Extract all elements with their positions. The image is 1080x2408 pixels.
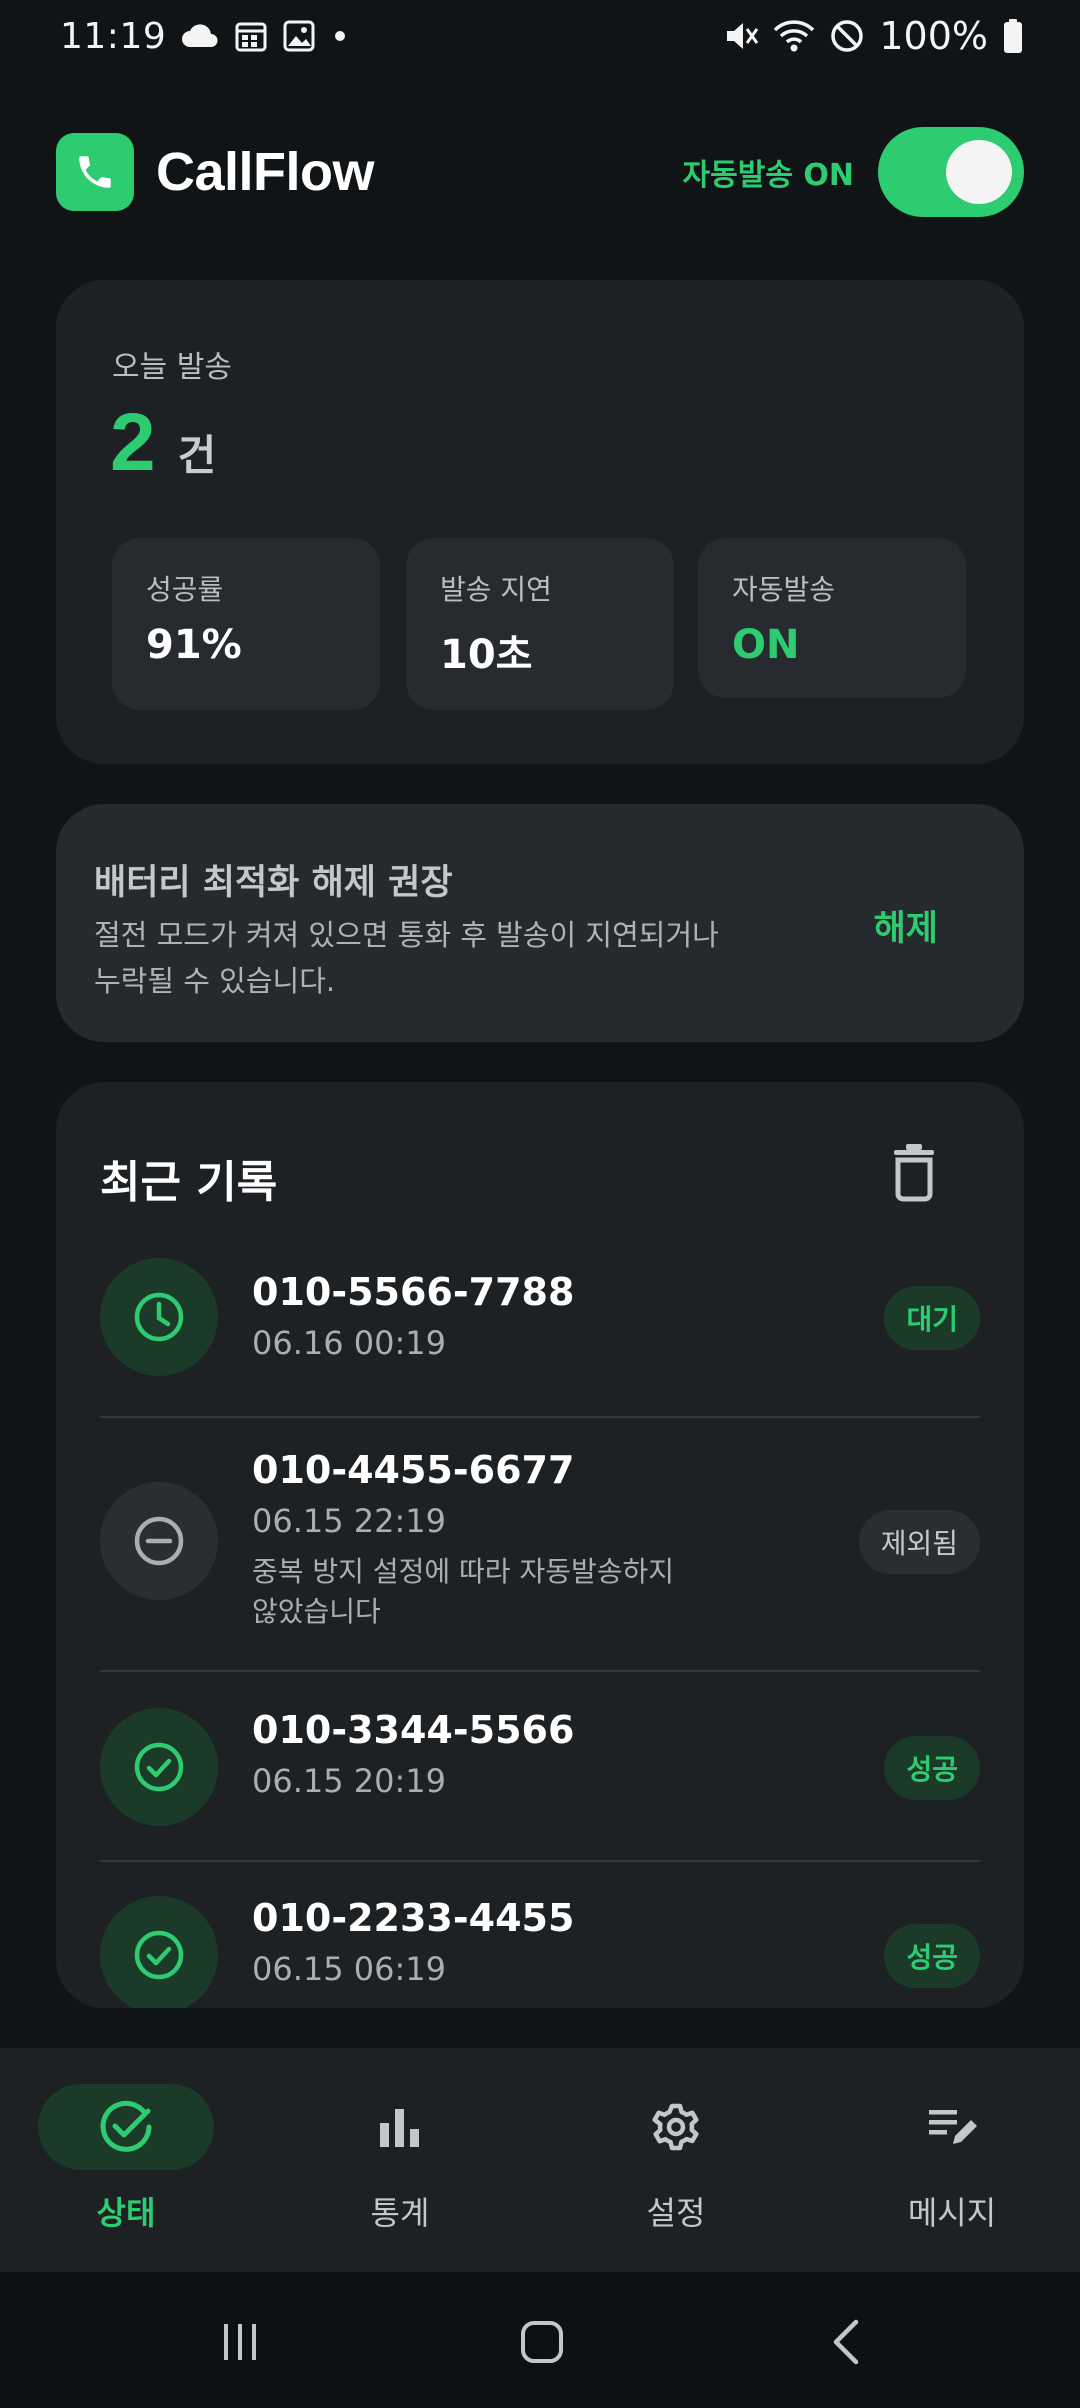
recent-apps-icon[interactable]	[200, 2312, 280, 2372]
bottom-nav: 상태 통계 설정 메시지	[0, 2048, 1080, 2272]
battery-optimization-card: 배터리 최적화 해제 권장 절전 모드가 켜져 있으면 통화 후 발송이 지연되…	[56, 804, 1024, 1042]
list-item[interactable]: 010-2233-4455 06.15 06:19 성공	[100, 1862, 980, 2008]
check-circle-icon	[100, 1896, 218, 2008]
cloud-icon	[180, 23, 220, 49]
stat-send-delay: 발송 지연 10초	[406, 538, 674, 710]
mute-icon	[723, 18, 759, 54]
today-count: 2 건	[110, 396, 216, 490]
auto-send-label: 자동발송 ON	[682, 158, 854, 193]
record-note-line: 않았습니다	[252, 1595, 381, 1628]
image-icon	[282, 19, 316, 53]
nav-item-status[interactable]: 상태	[36, 2084, 216, 2244]
battery-notice-description: 절전 모드가 켜져 있으면 통화 후 발송이 지연되거나 누락될 수 있습니다.	[94, 912, 794, 1004]
dot-icon	[330, 26, 350, 46]
record-phone: 010-4455-6677	[252, 1448, 575, 1492]
phone-icon	[56, 133, 134, 211]
stat-title: 성공률	[146, 573, 224, 606]
record-note: 중복 방지 설정에 따라 자동발송하지 않았습니다	[252, 1552, 712, 1632]
stat-title: 발송 지연	[440, 573, 552, 606]
trash-icon[interactable]	[886, 1142, 942, 1202]
list-item[interactable]: 010-3344-5566 06.15 20:19 성공	[100, 1672, 980, 1860]
battery-percent: 100%	[879, 14, 988, 58]
stat-value: ON	[732, 622, 800, 668]
gear-icon	[588, 2084, 764, 2170]
auto-send-toggle[interactable]	[878, 127, 1024, 217]
calendar-icon	[234, 19, 268, 53]
battery-notice-title: 배터리 최적화 해제 권장	[94, 863, 453, 903]
record-phone: 010-2233-4455	[252, 1896, 575, 1940]
record-time: 06.15 20:19	[252, 1762, 446, 1800]
nav-item-settings[interactable]: 설정	[586, 2084, 766, 2244]
record-time: 06.15 06:19	[252, 1950, 446, 1988]
check-circle-icon	[38, 2084, 214, 2170]
nav-label: 통계	[370, 2194, 430, 2232]
record-time: 06.16 00:19	[252, 1324, 446, 1362]
wifi-icon	[773, 18, 815, 54]
stat-success-rate: 성공률 91%	[112, 538, 380, 710]
list-item[interactable]: 010-5566-7788 06.16 00:19 대기	[100, 1258, 980, 1418]
app-title: CallFlow	[156, 142, 375, 202]
stat-title: 자동발송	[732, 573, 836, 606]
bar-chart-icon	[312, 2084, 488, 2170]
record-time: 06.15 22:19	[252, 1502, 446, 1540]
nav-label: 상태	[96, 2194, 156, 2232]
recent-title: 최근 기록	[100, 1157, 278, 1208]
nav-item-stats[interactable]: 통계	[310, 2084, 490, 2244]
stat-auto-send: 자동발송 ON	[698, 538, 966, 698]
record-phone: 010-5566-7788	[252, 1270, 575, 1314]
status-time: 11:19	[60, 15, 167, 57]
nav-label: 메시지	[907, 2194, 997, 2232]
battery-notice-line: 절전 모드가 켜져 있으면 통화 후 발송이 지연되거나	[94, 918, 719, 952]
records-list: 010-5566-7788 06.16 00:19 대기 010-4455-66…	[100, 1258, 980, 2008]
battery-notice-line: 누락될 수 있습니다.	[94, 964, 336, 998]
edit-message-icon	[864, 2084, 1040, 2170]
today-count-unit: 건	[177, 431, 217, 480]
clock-icon	[100, 1258, 218, 1376]
check-circle-icon	[100, 1708, 218, 1826]
stat-value: 10초	[440, 632, 533, 678]
today-count-number: 2	[110, 397, 156, 488]
status-badge: 제외됨	[858, 1510, 980, 1574]
list-item[interactable]: 010-4455-6677 06.15 22:19 중복 방지 설정에 따라 자…	[100, 1418, 980, 1670]
stat-value: 91%	[146, 622, 242, 668]
battery-release-button[interactable]: 해제	[874, 900, 938, 951]
app-header: CallFlow 자동발송 ON	[56, 127, 1024, 217]
status-badge: 성공	[884, 1924, 980, 1988]
status-bar: 11:19 100%	[0, 0, 1080, 72]
brand: CallFlow	[56, 133, 375, 211]
toggle-knob	[946, 140, 1012, 204]
system-nav-bar	[0, 2272, 1080, 2408]
nav-item-messages[interactable]: 메시지	[862, 2084, 1042, 2244]
back-icon[interactable]	[806, 2312, 886, 2372]
minus-circle-icon	[100, 1482, 218, 1600]
app-screen: 11:19 100% CallFlow 자동발송 ON 오늘 발송 2 건 성공…	[0, 0, 1080, 2408]
nav-label: 설정	[646, 2194, 706, 2232]
status-badge: 대기	[884, 1286, 980, 1350]
recent-records-card: 최근 기록 010-5566-7788 06.16 00:19 대기 010-4…	[56, 1082, 1024, 2008]
do-not-disturb-icon	[829, 18, 865, 54]
today-summary-card: 오늘 발송 2 건 성공률 91% 발송 지연 10초 자동발송 ON	[56, 280, 1024, 764]
status-badge: 성공	[884, 1736, 980, 1800]
home-icon[interactable]	[502, 2312, 582, 2372]
today-label: 오늘 발송	[112, 350, 232, 385]
battery-icon	[1002, 18, 1024, 54]
record-phone: 010-3344-5566	[252, 1708, 575, 1752]
record-note-line: 중복 방지 설정에 따라 자동발송하지	[252, 1555, 675, 1588]
